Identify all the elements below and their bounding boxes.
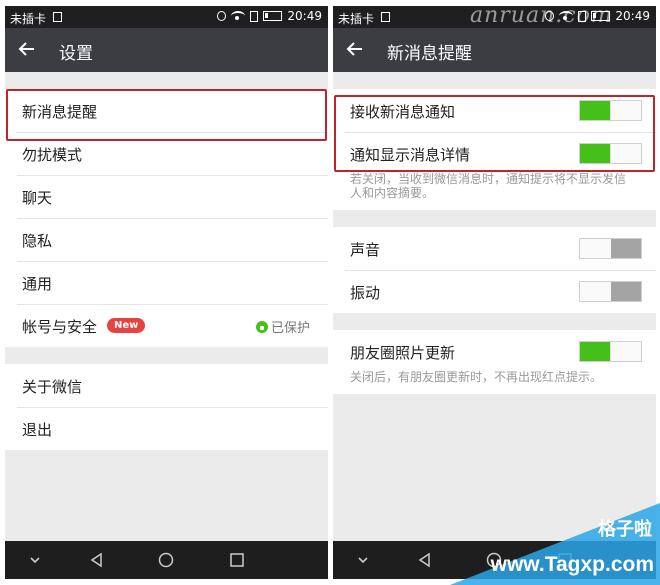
protection-status: 已保护 xyxy=(255,317,310,336)
settings-item-logout[interactable]: 退出 xyxy=(5,407,328,450)
moments-updates-row: 朋友圈照片更新 xyxy=(333,330,656,373)
carrier-label: 未插卡 xyxy=(338,12,375,26)
page-title: 设置 xyxy=(59,44,93,64)
clock-time: 20:49 xyxy=(287,9,322,23)
protection-status-text: 已保护 xyxy=(270,321,310,336)
battery-icon xyxy=(263,11,283,21)
settings-group-main: 新消息提醒 勿扰模式 聊天 隐私 通用 帐号与安全 New 已保护 xyxy=(5,89,328,347)
nav-bar xyxy=(333,541,656,579)
settings-item-do-not-disturb[interactable]: 勿扰模式 xyxy=(5,132,328,175)
page-title: 新消息提醒 xyxy=(387,44,472,64)
title-bar: 设置 xyxy=(5,28,328,72)
sim-card-icon xyxy=(250,10,259,22)
settings-item-chat[interactable]: 聊天 xyxy=(5,175,328,218)
settings-screen: 未插卡 20:49 设置 新消息提醒 勿扰模式 聊天 隐私 通用 帐号与安全 N… xyxy=(5,6,328,579)
moments-hint: 关闭后，有朋友圈更新时，不再出现红点提示。 xyxy=(333,370,656,394)
settings-item-general[interactable]: 通用 xyxy=(5,261,328,304)
sim-icon xyxy=(381,12,390,22)
vibration-toggle[interactable] xyxy=(579,281,642,302)
settings-item-label: 通用 xyxy=(22,275,53,293)
settings-group-about: 关于微信 退出 xyxy=(5,364,328,450)
alerts-list: 接收新消息通知 通知显示消息详情 若关闭，当收到微信消息时，通知提示将不显示发信… xyxy=(333,72,656,394)
back-arrow-icon[interactable] xyxy=(345,39,365,59)
settings-item-label: 聊天 xyxy=(22,189,53,207)
alerts-group-notifications: 接收新消息通知 通知显示消息详情 若关闭，当收到微信消息时，通知提示将不显示发信… xyxy=(333,89,656,210)
chevron-down-icon[interactable] xyxy=(27,552,43,568)
alarm-icon xyxy=(545,11,555,21)
nav-recents-icon[interactable] xyxy=(557,552,573,568)
new-badge: New xyxy=(107,318,146,333)
setting-label: 振动 xyxy=(350,284,381,302)
moments-updates-toggle[interactable] xyxy=(579,341,642,362)
title-bar: 新消息提醒 xyxy=(333,28,656,72)
settings-item-label: 隐私 xyxy=(22,232,53,250)
clock-time: 20:49 xyxy=(615,9,650,23)
sim-icon xyxy=(53,12,62,22)
nav-home-icon[interactable] xyxy=(158,552,174,568)
settings-item-label: 新消息提醒 xyxy=(22,103,98,121)
lock-icon xyxy=(255,320,268,333)
alarm-icon xyxy=(217,11,227,21)
wifi-icon xyxy=(231,11,246,21)
carrier-label: 未插卡 xyxy=(10,12,47,26)
back-arrow-icon[interactable] xyxy=(17,39,37,59)
nav-home-icon[interactable] xyxy=(486,552,502,568)
receive-notifications-row: 接收新消息通知 xyxy=(333,89,656,132)
nav-back-icon[interactable] xyxy=(417,552,433,568)
settings-item-about[interactable]: 关于微信 xyxy=(5,364,328,407)
settings-item-privacy[interactable]: 隐私 xyxy=(5,218,328,261)
setting-label: 接收新消息通知 xyxy=(350,103,456,121)
alerts-group-moments: 朋友圈照片更新 关闭后，有朋友圈更新时，不再出现红点提示。 xyxy=(333,330,656,394)
details-hint: 若关闭，当收到微信消息时，通知提示将不显示发信人和内容摘要。 xyxy=(333,172,656,210)
settings-item-label: 关于微信 xyxy=(22,378,83,396)
settings-item-label: 退出 xyxy=(22,421,53,439)
setting-label: 朋友圈照片更新 xyxy=(350,344,456,362)
sim-card-icon xyxy=(578,10,587,22)
new-message-alerts-screen: 未插卡 20:49 新消息提醒 接收新消息通知 通知显示消息详情 若关闭，当收到… xyxy=(333,6,656,579)
settings-item-account-security[interactable]: 帐号与安全 New 已保护 xyxy=(5,304,328,347)
nav-recents-icon[interactable] xyxy=(229,552,245,568)
battery-icon xyxy=(591,11,611,21)
setting-label: 声音 xyxy=(350,241,381,259)
alerts-group-sound: 声音 振动 xyxy=(333,227,656,313)
nav-bar xyxy=(5,541,328,579)
show-details-toggle[interactable] xyxy=(579,143,642,164)
settings-item-label: 勿扰模式 xyxy=(22,146,83,164)
nav-back-icon[interactable] xyxy=(89,552,105,568)
setting-label: 通知显示消息详情 xyxy=(350,146,471,164)
sound-toggle[interactable] xyxy=(579,238,642,259)
show-details-row: 通知显示消息详情 xyxy=(333,132,656,175)
status-bar: 未插卡 20:49 xyxy=(333,6,656,28)
chevron-down-icon[interactable] xyxy=(355,552,371,568)
settings-item-label: 帐号与安全 xyxy=(22,318,98,336)
vibration-row: 振动 xyxy=(333,270,656,313)
receive-notifications-toggle[interactable] xyxy=(579,100,642,121)
sound-row: 声音 xyxy=(333,227,656,270)
wifi-icon xyxy=(559,11,574,21)
settings-item-new-message-alerts[interactable]: 新消息提醒 xyxy=(5,89,328,132)
settings-list: 新消息提醒 勿扰模式 聊天 隐私 通用 帐号与安全 New 已保护 关于微信 退… xyxy=(5,72,328,450)
status-bar: 未插卡 20:49 xyxy=(5,6,328,28)
